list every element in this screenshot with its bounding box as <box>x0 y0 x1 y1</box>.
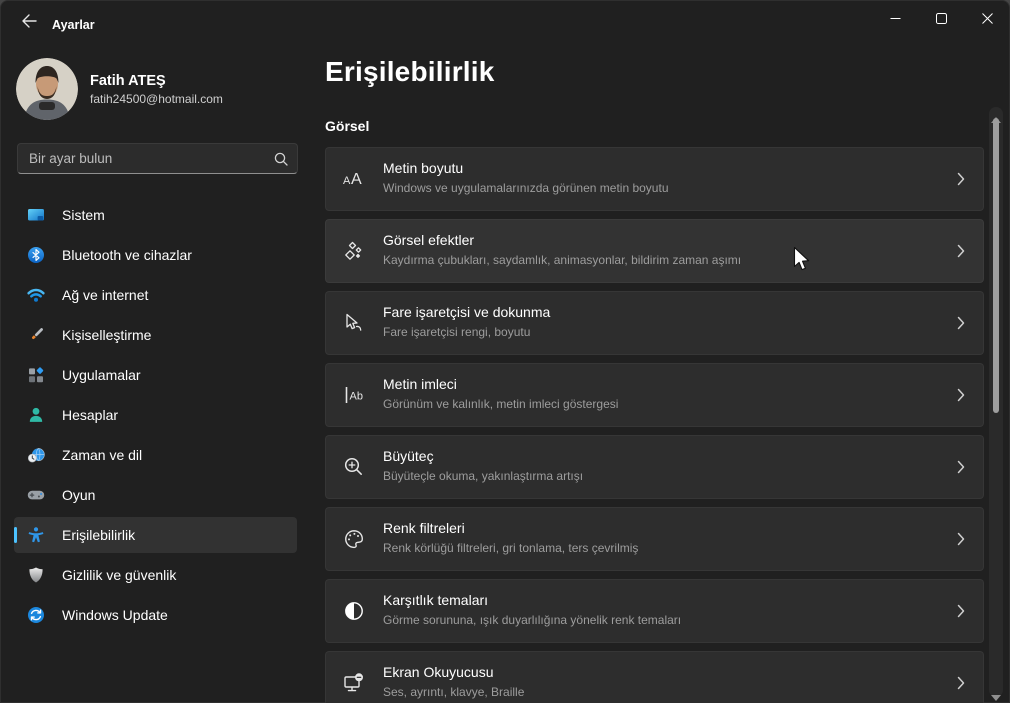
svg-text:A: A <box>351 171 362 188</box>
sidebar-item-accessibility[interactable]: Erişilebilirlik <box>14 517 297 553</box>
sidebar-item-network[interactable]: Ağ ve internet <box>14 277 297 313</box>
accessibility-icon <box>26 525 46 545</box>
settings-row-text-cursor[interactable]: Ab Metin imleci Görünüm ve kalınlık, met… <box>325 363 984 427</box>
windows-update-icon <box>26 605 46 625</box>
sidebar-item-personalization[interactable]: Kişiselleştirme <box>14 317 297 353</box>
back-arrow-icon <box>21 14 37 31</box>
scrollbar[interactable] <box>989 107 1003 697</box>
chevron-right-icon <box>957 532 965 546</box>
chevron-right-icon <box>957 316 965 330</box>
scroll-up-arrow-icon[interactable] <box>991 110 1001 116</box>
chevron-right-icon <box>957 244 965 258</box>
visual-effects-icon <box>342 239 366 263</box>
search-input[interactable] <box>18 144 297 173</box>
contrast-icon <box>342 599 366 623</box>
settings-row-contrast-themes[interactable]: Karşıtlık temaları Görme sorununa, ışık … <box>325 579 984 643</box>
selected-indicator <box>14 527 17 543</box>
section-label: Görsel <box>325 118 369 134</box>
profile-name: Fatih ATEŞ <box>90 73 166 89</box>
settings-row-narrator[interactable]: Ekran Okuyucusu Ses, ayrıntı, klavye, Br… <box>325 651 984 703</box>
settings-row-mouse-pointer[interactable]: Fare işaretçisi ve dokunma Fare işaretçi… <box>325 291 984 355</box>
time-language-icon <box>26 445 46 465</box>
settings-row-magnifier[interactable]: Büyüteç Büyüteçle okuma, yakınlaştırma a… <box>325 435 984 499</box>
bluetooth-icon <box>26 245 46 265</box>
settings-window: Ayarlar <box>0 0 1010 703</box>
network-icon <box>26 285 46 305</box>
sidebar: Fatih ATEŞ fatih24500@hotmail.com Sistem… <box>0 40 312 703</box>
chevron-right-icon <box>957 604 965 618</box>
scroll-down-arrow-icon[interactable] <box>991 688 1001 694</box>
magnifier-icon <box>342 455 366 479</box>
sidebar-item-time-language[interactable]: Zaman ve dil <box>14 437 297 473</box>
minimize-icon <box>890 12 901 27</box>
sidebar-item-bluetooth[interactable]: Bluetooth ve cihazlar <box>14 237 297 273</box>
close-icon <box>982 12 993 27</box>
system-icon <box>26 205 46 225</box>
svg-text:A: A <box>343 175 351 187</box>
settings-row-text-size[interactable]: AA Metin boyutu Windows ve uygulamaların… <box>325 147 984 211</box>
search-box <box>17 143 298 174</box>
maximize-button[interactable] <box>918 0 964 38</box>
personalization-icon <box>26 325 46 345</box>
svg-text:Ab: Ab <box>350 391 363 403</box>
avatar[interactable] <box>16 58 78 120</box>
chevron-right-icon <box>957 172 965 186</box>
search-icon <box>273 151 289 167</box>
chevron-right-icon <box>957 388 965 402</box>
chevron-right-icon <box>957 676 965 690</box>
settings-row-color-filters[interactable]: Renk filtreleri Renk körlüğü filtreleri,… <box>325 507 984 571</box>
close-button[interactable] <box>964 0 1010 38</box>
sidebar-item-gaming[interactable]: Oyun <box>14 477 297 513</box>
mouse-pointer-icon <box>342 311 366 335</box>
back-button[interactable] <box>14 8 44 36</box>
settings-row-visual-effects[interactable]: Görsel efektler Kaydırma çubukları, sayd… <box>325 219 984 283</box>
scrollbar-thumb[interactable] <box>993 118 999 413</box>
sidebar-item-apps[interactable]: Uygulamalar <box>14 357 297 393</box>
text-cursor-icon: Ab <box>342 383 366 407</box>
titlebar[interactable]: Ayarlar <box>0 0 1010 40</box>
sidebar-nav: Sistem Bluetooth ve cihazlar Ağ ve inter… <box>14 197 297 637</box>
maximize-icon <box>936 12 947 27</box>
accounts-icon <box>26 405 46 425</box>
page-title: Erişilebilirlik <box>325 56 495 88</box>
sidebar-item-accounts[interactable]: Hesaplar <box>14 397 297 433</box>
window-controls <box>872 0 1010 38</box>
apps-icon <box>26 365 46 385</box>
text-size-icon: AA <box>342 167 366 191</box>
app-title: Ayarlar <box>52 18 95 32</box>
chevron-right-icon <box>957 460 965 474</box>
minimize-button[interactable] <box>872 0 918 38</box>
sidebar-item-privacy[interactable]: Gizlilik ve güvenlik <box>14 557 297 593</box>
profile-email: fatih24500@hotmail.com <box>90 92 223 106</box>
sidebar-item-system[interactable]: Sistem <box>14 197 297 233</box>
sidebar-item-windows-update[interactable]: Windows Update <box>14 597 297 633</box>
settings-rows: AA Metin boyutu Windows ve uygulamaların… <box>325 147 984 703</box>
narrator-icon <box>342 671 366 695</box>
gaming-icon <box>26 485 46 505</box>
privacy-icon <box>26 565 46 585</box>
color-filters-icon <box>342 527 366 551</box>
